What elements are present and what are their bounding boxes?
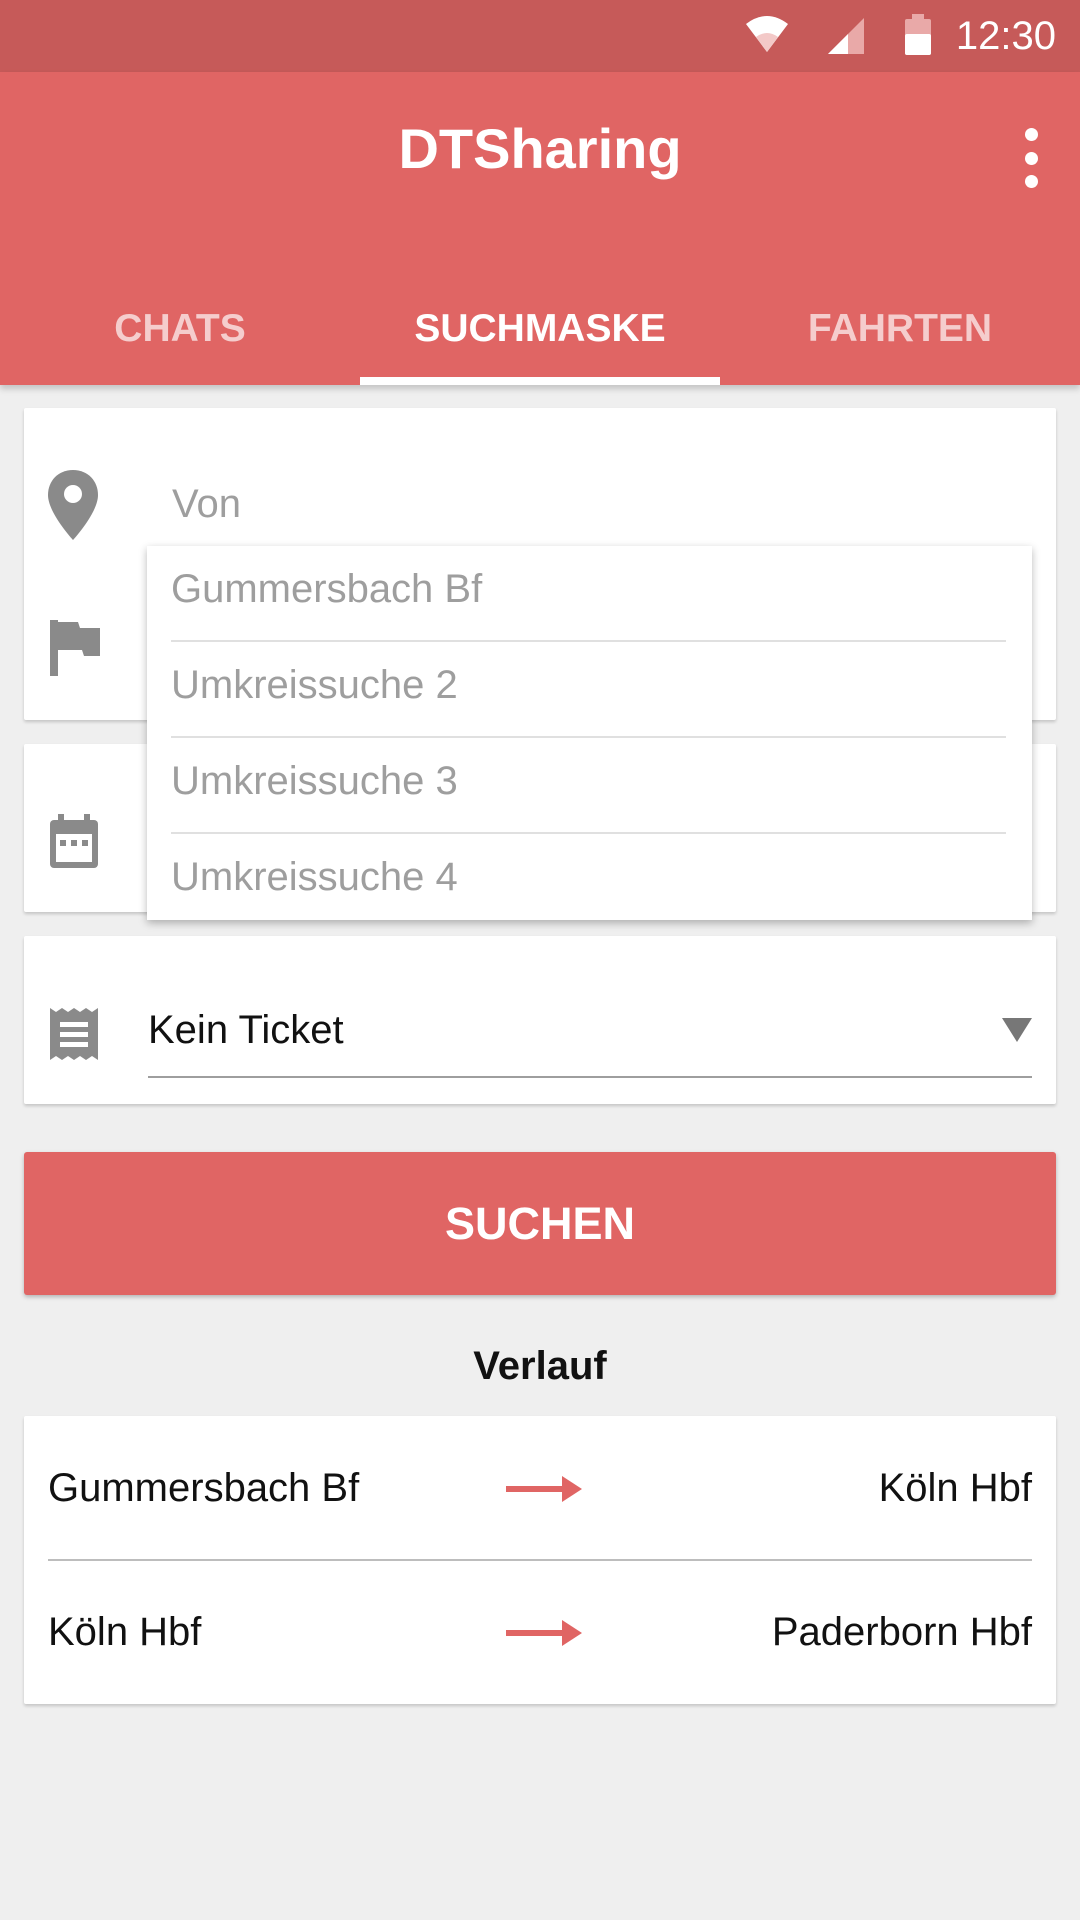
status-bar: 12:30 <box>0 0 1080 72</box>
app-title: DTSharing <box>398 117 682 180</box>
flag-icon <box>50 620 100 676</box>
receipt-icon <box>50 1008 98 1060</box>
history-from: Köln Hbf <box>48 1610 202 1654</box>
app-bar: DTSharing CHATS SUCHMASKE FAHRTEN <box>0 72 1080 385</box>
history-row[interactable]: Köln Hbf Paderborn Hbf <box>24 1560 1056 1704</box>
dropdown-arrow-icon[interactable] <box>1002 1018 1032 1042</box>
active-tab-indicator <box>360 377 720 385</box>
tab-chats-label: CHATS <box>114 307 246 350</box>
location-pin-icon <box>48 470 98 540</box>
suggestion-item[interactable]: Umkreissuche 4 <box>171 834 1006 928</box>
ticket-select-value[interactable]: Kein Ticket <box>148 1008 344 1053</box>
history-to: Köln Hbf <box>878 1466 1032 1510</box>
battery-icon <box>905 14 931 55</box>
history-row[interactable]: Gummersbach Bf Köln Hbf <box>24 1416 1056 1561</box>
status-time: 12:30 <box>955 14 1056 58</box>
more-vert-icon[interactable] <box>1016 128 1046 188</box>
suggestion-label: Umkreissuche 4 <box>171 855 458 899</box>
ticket-card: Kein Ticket <box>24 936 1056 1104</box>
suggestion-item[interactable]: Umkreissuche 2 <box>171 642 1006 738</box>
ticket-underline <box>148 1076 1032 1078</box>
tab-suchmaske-label: SUCHMASKE <box>414 307 666 350</box>
calendar-icon <box>50 814 98 868</box>
suggestion-label: Umkreissuche 2 <box>171 663 458 707</box>
search-button[interactable]: SUCHEN <box>24 1152 1056 1295</box>
tab-chats[interactable]: CHATS <box>0 272 360 385</box>
arrow-right-icon <box>506 1476 582 1502</box>
suggestion-label: Umkreissuche 3 <box>171 759 458 803</box>
suggestion-item[interactable]: Gummersbach Bf <box>171 546 1006 642</box>
history-card: Gummersbach Bf Köln Hbf Köln Hbf Paderbo… <box>24 1416 1056 1704</box>
tab-fahrten-label: FAHRTEN <box>807 307 993 350</box>
wifi-icon <box>746 16 788 52</box>
history-to: Paderborn Hbf <box>771 1610 1032 1654</box>
history-from: Gummersbach Bf <box>48 1466 360 1510</box>
tab-bar: CHATS SUCHMASKE FAHRTEN <box>0 272 1080 385</box>
tab-fahrten[interactable]: FAHRTEN <box>720 272 1080 385</box>
arrow-right-icon <box>506 1620 582 1646</box>
history-title: Verlauf <box>473 1344 607 1388</box>
tab-suchmaske[interactable]: SUCHMASKE <box>360 272 720 385</box>
suggestion-item[interactable]: Umkreissuche 3 <box>171 738 1006 834</box>
suggestion-label: Gummersbach Bf <box>171 567 483 611</box>
from-input[interactable]: Von <box>172 482 241 527</box>
signal-icon <box>828 18 864 54</box>
autocomplete-dropdown: Gummersbach Bf Umkreissuche 2 Umkreissuc… <box>147 546 1032 920</box>
